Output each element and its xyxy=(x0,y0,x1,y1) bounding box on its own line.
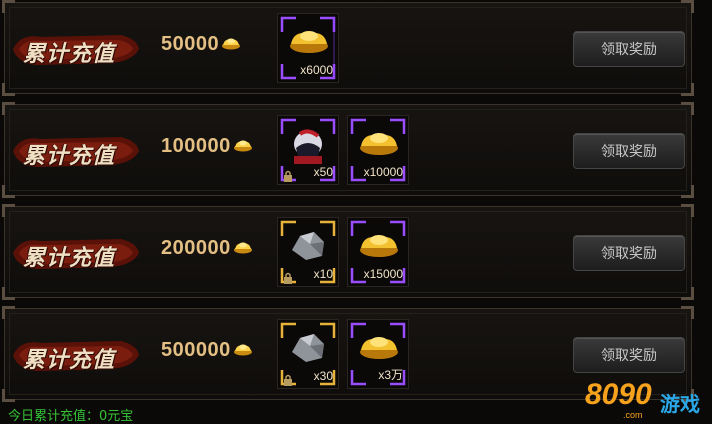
reward-item[interactable]: x10 xyxy=(277,217,339,287)
item-count: x30 xyxy=(313,369,333,383)
banner-label: 累计充值 xyxy=(23,41,116,67)
lock-icon xyxy=(283,269,293,284)
gold-ingot-icon xyxy=(358,126,400,162)
item-count: x10 xyxy=(313,267,333,281)
reward-item[interactable]: x6000 xyxy=(277,13,339,83)
logo-brand: 8090 xyxy=(585,378,652,411)
recharge-banner: 累计充值 xyxy=(11,131,141,171)
claim-reward-button[interactable]: 领取奖励 xyxy=(573,133,685,169)
gold-ingot-icon xyxy=(233,135,253,158)
recharge-banner: 累计充值 xyxy=(11,233,141,273)
item-count: x3万 xyxy=(378,368,403,382)
claim-reward-button[interactable]: 领取奖励 xyxy=(573,31,685,67)
banner-label: 累计充值 xyxy=(23,245,116,271)
banner-label: 累计充值 xyxy=(23,143,116,169)
helmet-icon xyxy=(288,126,328,170)
item-count: x15000 xyxy=(363,267,403,281)
banner-label: 累计充值 xyxy=(23,347,116,373)
recharge-amount: 100000 xyxy=(161,135,253,158)
gold-ingot-icon xyxy=(221,33,241,56)
gold-ingot-icon xyxy=(358,330,400,366)
reward-item[interactable]: x30 xyxy=(277,319,339,389)
claim-reward-button[interactable]: 领取奖励 xyxy=(573,235,685,271)
claim-reward-button[interactable]: 领取奖励 xyxy=(573,337,685,373)
lock-icon xyxy=(283,371,293,386)
ore-icon xyxy=(288,330,328,370)
recharge-amount: 50000 xyxy=(161,33,241,56)
site-logo: 8090 游戏 .com xyxy=(585,378,710,422)
gold-ingot-icon xyxy=(358,228,400,264)
gold-ingot-icon xyxy=(233,339,253,362)
reward-item[interactable]: x15000 xyxy=(347,217,409,287)
recharge-amount: 500000 xyxy=(161,339,253,362)
today-recharge-text: 今日累计充值：0元宝 xyxy=(8,409,134,424)
reward-row: 累计充值 50000 x6000 领取奖励 xyxy=(2,0,694,96)
lock-icon xyxy=(283,167,293,182)
ore-icon xyxy=(288,228,328,268)
gold-ingot-icon xyxy=(288,24,330,60)
recharge-banner: 累计充值 xyxy=(11,29,141,69)
reward-row: 累计充值 200000 x10 x15000 领取奖励 xyxy=(2,204,694,300)
recharge-reward-panel: 累计充值 50000 x6000 领取奖励 累计充值 100000 x50 x1… xyxy=(0,0,712,424)
reward-item[interactable]: x3万 xyxy=(347,319,409,389)
recharge-amount: 200000 xyxy=(161,237,253,260)
item-count: x10000 xyxy=(363,165,403,179)
item-count: x6000 xyxy=(300,63,333,77)
reward-row: 累计充值 100000 x50 x10000 领取奖励 xyxy=(2,102,694,198)
gold-ingot-icon xyxy=(233,237,253,260)
logo-suffix: 游戏 xyxy=(660,392,700,416)
reward-item[interactable]: x50 xyxy=(277,115,339,185)
item-count: x50 xyxy=(313,165,333,179)
reward-item[interactable]: x10000 xyxy=(347,115,409,185)
logo-domain: .com xyxy=(623,410,643,420)
recharge-banner: 累计充值 xyxy=(11,335,141,375)
